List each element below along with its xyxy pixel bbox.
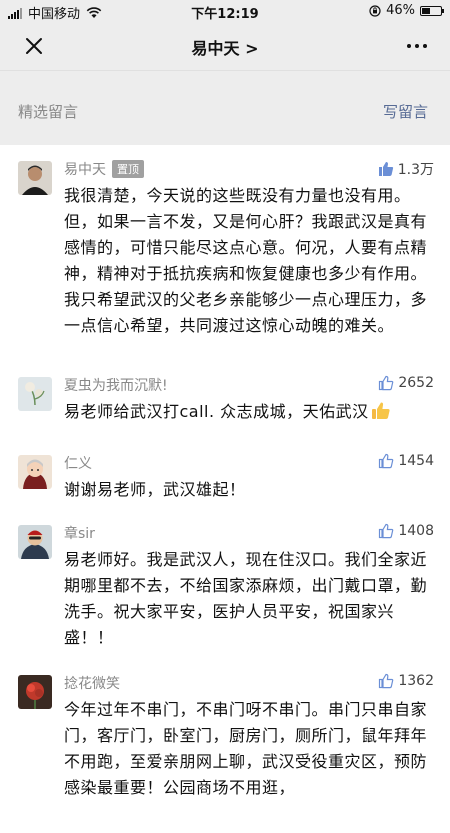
comment-author[interactable]: 仁义 [64, 456, 92, 472]
comment-text: 今年过年不串门，不串门呀不串门。串门只串自家门，客厅门，卧室门，厨房门，厕所门，… [64, 700, 428, 797]
page-title[interactable]: 易中天 > [0, 35, 450, 59]
comment-text: 易老师好。我是武汉人，现在住汉口。我们全家近期哪里都不去，不给国家添麻烦，出门戴… [64, 550, 428, 647]
comment-author[interactable]: 夏虫为我而沉默! [64, 378, 168, 394]
battery-icon [420, 5, 444, 16]
write-comment-link[interactable]: 写留言 [383, 101, 428, 122]
comment-header: 章sir 1408 [64, 523, 434, 545]
more-icon[interactable] [406, 36, 428, 56]
comment-header: 仁义 1454 [64, 453, 434, 475]
status-bar: 中国移动 下午12:19 46% [0, 0, 450, 22]
avatar[interactable] [18, 675, 52, 709]
status-right: 46% [369, 3, 444, 18]
comment-item: 捻花微笑 1362 今年过年不串门，不串门呀不串门。串门只串自家门，客厅门，卧室… [0, 673, 450, 833]
comments-section-header: 精选留言 写留言 [0, 97, 450, 127]
comment-text: 谢谢易老师，武汉雄起！ [64, 480, 246, 499]
comment-author[interactable]: 捻花微笑 [64, 676, 120, 692]
thumb-up-icon [379, 375, 394, 391]
comment-item: 仁义 1454 谢谢易老师，武汉雄起！ [0, 453, 450, 523]
comment-text-row: 易老师给武汉打call. 众志成城，天佑武汉 [64, 399, 434, 425]
nav-bar: 易中天 > [0, 22, 450, 71]
comment-item: 夏虫为我而沉默! 2652 易老师给武汉打call. 众志成城，天佑武汉 [0, 375, 450, 453]
comment-header: 夏虫为我而沉默! 2652 [64, 375, 434, 397]
thumb-up-icon [379, 523, 394, 539]
like-count: 1362 [398, 673, 434, 689]
avatar[interactable] [18, 455, 52, 489]
comment-header: 易中天 置顶 1.3万 [64, 159, 434, 181]
avatar[interactable] [18, 161, 52, 195]
like-count: 1454 [398, 453, 434, 469]
thumbs-up-emoji [371, 402, 390, 419]
thumb-up-icon [379, 673, 394, 689]
like-button[interactable]: 1362 [378, 673, 434, 689]
pinned-badge: 置顶 [112, 160, 144, 178]
like-button[interactable]: 1.3万 [378, 159, 434, 179]
comment-list: 易中天 置顶 1.3万 我很清楚，今天说的这些既没有力量也没有用。但，如果一言不发… [0, 145, 450, 833]
comment-header: 捻花微笑 1362 [64, 673, 434, 695]
avatar[interactable] [18, 377, 52, 411]
comment-author[interactable]: 易中天 [64, 162, 106, 178]
comment-text: 易老师给武汉打call. 众志成城，天佑武汉 [64, 402, 369, 421]
thumb-up-icon [379, 453, 394, 469]
section-title: 精选留言 [18, 103, 79, 121]
like-button[interactable]: 1408 [378, 523, 434, 539]
avatar[interactable] [18, 525, 52, 559]
like-button[interactable]: 2652 [378, 375, 434, 391]
thumb-up-filled-icon [378, 162, 393, 176]
battery-level [422, 7, 431, 14]
battery-percent: 46% [386, 3, 415, 18]
like-count: 2652 [398, 375, 434, 391]
comment-item: 章sir 1408 易老师好。我是武汉人，现在住汉口。我们全家近期哪里都不去，不… [0, 523, 450, 673]
comment-item: 易中天 置顶 1.3万 我很清楚，今天说的这些既没有力量也没有用。但，如果一言不发… [0, 159, 450, 375]
like-count: 1408 [398, 523, 434, 539]
comment-text: 我很清楚，今天说的这些既没有力量也没有用。但，如果一言不发，又是何心肝？我跟武汉… [64, 186, 428, 335]
section-spacer [0, 127, 450, 145]
comment-author[interactable]: 章sir [64, 526, 95, 542]
orientation-lock-icon [369, 4, 381, 17]
like-button[interactable]: 1454 [378, 453, 434, 469]
like-count: 1.3万 [397, 162, 434, 178]
section-spacer [0, 71, 450, 97]
